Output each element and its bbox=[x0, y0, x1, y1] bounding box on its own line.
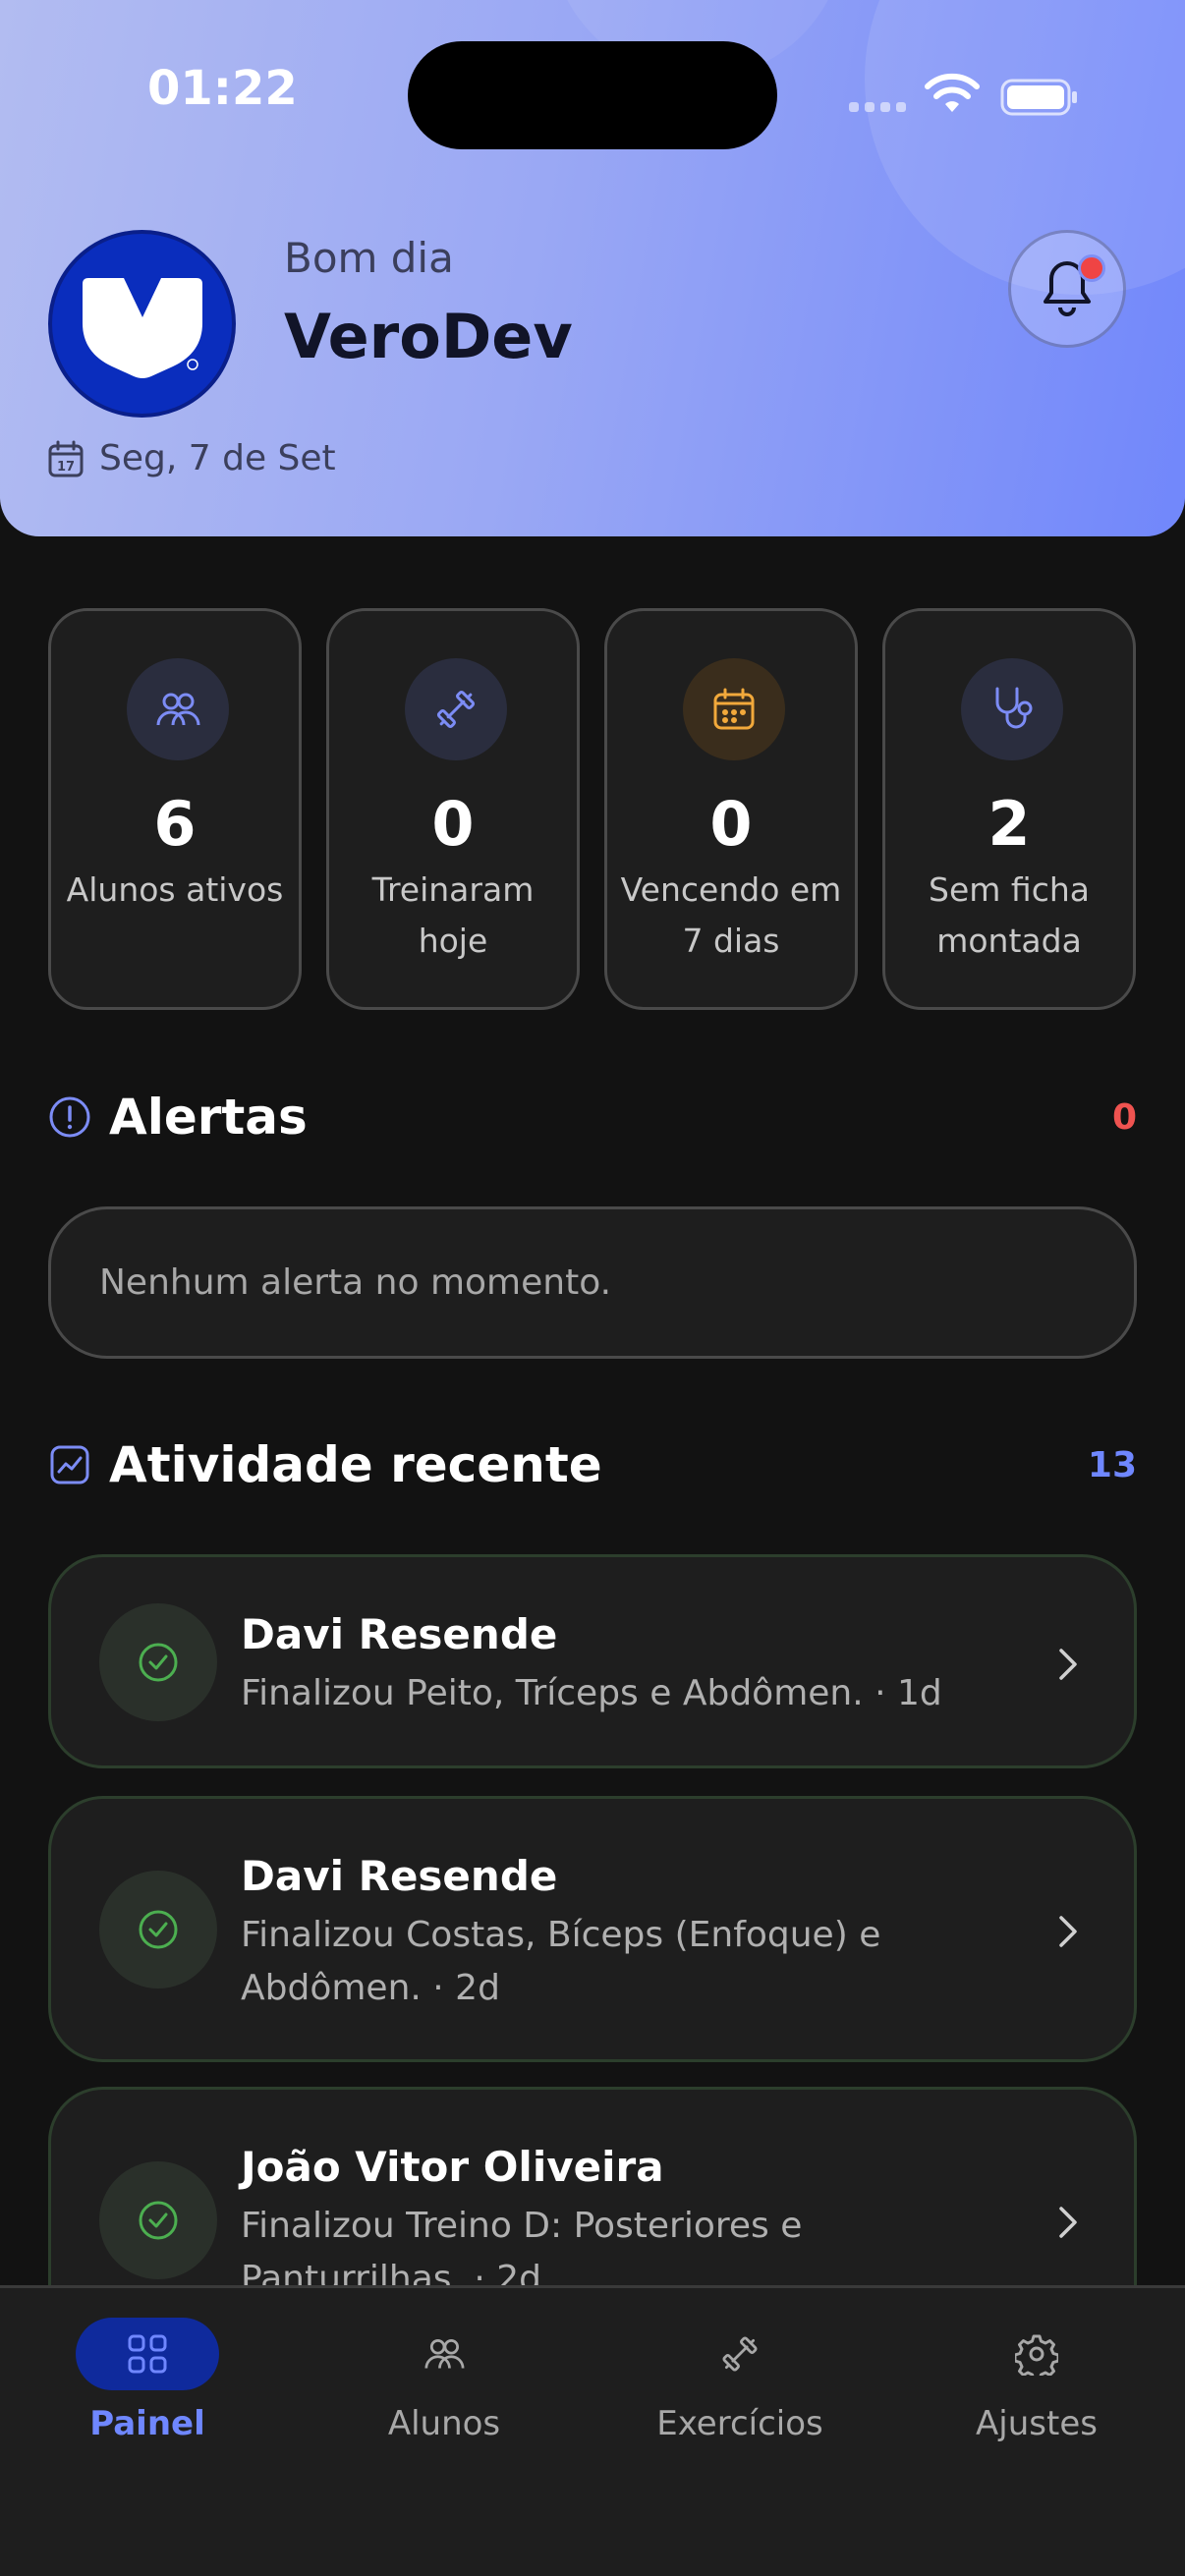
notifications-button[interactable] bbox=[1008, 230, 1126, 348]
bottom-navigation: Painel Alunos Exercícios Ajustes bbox=[0, 2285, 1185, 2576]
stat-card-expiring[interactable]: 0 Vencendo em 7 dias bbox=[604, 608, 858, 1010]
activity-description: Finalizou Peito, Tríceps e Abdômen. · 1d bbox=[241, 1673, 942, 1713]
users-icon bbox=[372, 2318, 516, 2390]
calendar-day: 17 bbox=[57, 460, 75, 475]
stat-label: Sem ficha montada bbox=[929, 870, 1090, 960]
grid-icon bbox=[76, 2318, 219, 2390]
date-label: Seg, 7 de Set bbox=[99, 438, 336, 478]
stat-card-no-workout-plan[interactable]: 2 Sem ficha montada bbox=[882, 608, 1136, 1010]
brand-logo-icon bbox=[82, 277, 202, 378]
stat-value: 0 bbox=[709, 788, 753, 860]
trend-chart-icon bbox=[50, 1445, 89, 1484]
cellular-signal-icon bbox=[849, 102, 906, 114]
dumbbell-icon bbox=[668, 2318, 812, 2390]
alerts-count: 0 bbox=[1111, 1096, 1137, 1138]
tab-label: Exercícios bbox=[656, 2404, 823, 2443]
tab-label: Painel bbox=[89, 2404, 205, 2443]
header: 01:22 Bom dia VeroDev 17 Seg, 7 de Set bbox=[0, 0, 1185, 536]
activity-item[interactable]: Davi Resende Finalizou Peito, Tríceps e … bbox=[48, 1554, 1137, 1768]
activity-description: Finalizou Costas, Bíceps (Enfoque) e Abd… bbox=[241, 1915, 881, 2008]
chevron-right-icon bbox=[1059, 1649, 1077, 1680]
student-name: João Vitor Oliveira bbox=[241, 2143, 664, 2191]
alerts-header: Alertas 0 bbox=[48, 1089, 1137, 1146]
stat-card-active-students[interactable]: 6 Alunos ativos bbox=[48, 608, 302, 1010]
calendar-icon: 17 bbox=[48, 440, 84, 476]
tab-painel[interactable]: Painel bbox=[39, 2318, 255, 2455]
stat-value: 6 bbox=[153, 788, 197, 860]
empty-message: Nenhum alerta no momento. bbox=[99, 1262, 612, 1303]
tab-ajustes[interactable]: Ajustes bbox=[929, 2318, 1145, 2455]
tab-alunos[interactable]: Alunos bbox=[336, 2318, 552, 2455]
stat-label: Vencendo em 7 dias bbox=[620, 870, 842, 960]
tab-exercicios[interactable]: Exercícios bbox=[632, 2318, 848, 2455]
stat-label: Alunos ativos bbox=[66, 870, 284, 909]
avatar[interactable] bbox=[48, 230, 236, 418]
section-title: Alertas bbox=[109, 1089, 308, 1146]
username: VeroDev bbox=[284, 301, 573, 372]
stat-value: 0 bbox=[431, 788, 475, 860]
student-name: Davi Resende bbox=[241, 1852, 558, 1900]
current-date: 17 Seg, 7 de Set bbox=[48, 438, 336, 478]
chevron-right-icon bbox=[1059, 2207, 1077, 2238]
calendar-icon bbox=[683, 658, 785, 760]
gear-icon bbox=[965, 2318, 1108, 2390]
student-name: Davi Resende bbox=[241, 1610, 558, 1658]
dumbbell-icon bbox=[405, 658, 507, 760]
greeting: Bom dia bbox=[284, 234, 454, 282]
alert-circle-icon bbox=[49, 1096, 90, 1138]
dynamic-island bbox=[408, 41, 777, 149]
check-circle-icon bbox=[99, 2161, 217, 2279]
stat-card-trained-today[interactable]: 0 Treinaram hoje bbox=[326, 608, 580, 1010]
activity-count[interactable]: 13 bbox=[1088, 1445, 1137, 1485]
users-icon bbox=[127, 658, 229, 760]
section-title: Atividade recente bbox=[109, 1436, 602, 1493]
stat-value: 2 bbox=[988, 788, 1031, 860]
stat-label: Treinaram hoje bbox=[371, 870, 535, 960]
tab-label: Alunos bbox=[387, 2404, 501, 2443]
activity-header: Atividade recente 13 bbox=[48, 1436, 1137, 1493]
stethoscope-icon bbox=[961, 658, 1063, 760]
check-circle-icon bbox=[99, 1871, 217, 1988]
battery-icon bbox=[1000, 79, 1077, 116]
wifi-icon bbox=[925, 73, 980, 112]
check-circle-icon bbox=[99, 1603, 217, 1721]
notification-badge bbox=[1078, 254, 1105, 282]
status-time: 01:22 bbox=[147, 61, 298, 116]
alerts-empty-state: Nenhum alerta no momento. bbox=[48, 1206, 1137, 1359]
chevron-right-icon bbox=[1059, 1916, 1077, 1947]
tab-label: Ajustes bbox=[976, 2404, 1098, 2443]
activity-item[interactable]: Davi Resende Finalizou Costas, Bíceps (E… bbox=[48, 1796, 1137, 2062]
